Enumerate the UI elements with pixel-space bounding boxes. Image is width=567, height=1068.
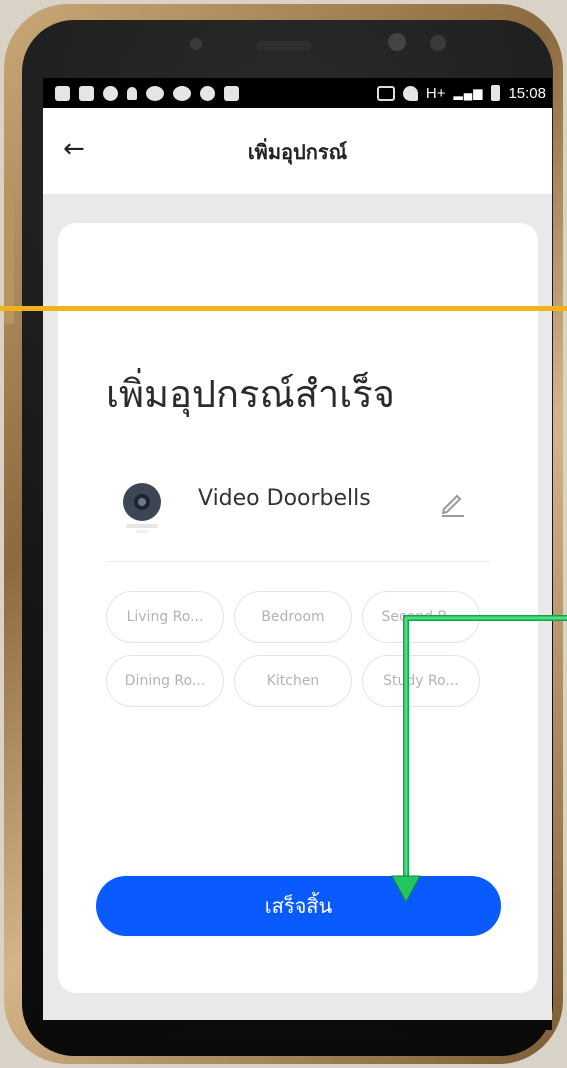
line-icon [146, 85, 164, 101]
signal-icon: ▂▄▆ [453, 86, 484, 100]
facebook-icon [55, 85, 70, 101]
room-chip[interactable]: Study Ro... [362, 655, 480, 707]
bell-icon [127, 86, 137, 100]
front-camera [388, 33, 406, 51]
result-card: เพิ่มอุปกรณ์สำเร็จ Video Doorbells Livin… [58, 223, 538, 993]
proximity-sensor [430, 35, 446, 51]
facebook-icon [224, 85, 239, 101]
camera-shutter-icon [103, 85, 118, 101]
battery-icon [491, 85, 501, 101]
front-sensor [190, 38, 202, 50]
room-chip[interactable]: Second B... [362, 591, 480, 643]
camera-device-icon [123, 483, 161, 533]
success-heading: เพิ่มอุปกรณ์สำเร็จ [106, 372, 395, 416]
device-name: Video Doorbells [198, 486, 371, 511]
room-chips: Living Ro... Bedroom Second B... Dining … [106, 591, 486, 707]
network-type: H+ [425, 84, 446, 102]
app-bar: ← เพิ่มอุปกรณ์ [43, 108, 552, 194]
clock: 15:08 [508, 84, 546, 102]
screenshot: H+ ▂▄▆ 15:08 ← เพิ่มอุปกรณ์ เพิ่มอุปกรณ์… [0, 0, 567, 1068]
notification-icons [43, 85, 239, 101]
room-chip[interactable]: Dining Ro... [106, 655, 224, 707]
page-title: เพิ่มอุปกรณ์ [247, 140, 348, 164]
volume-button [4, 184, 14, 324]
annotation-highlight-line [0, 306, 567, 311]
divider [106, 561, 490, 562]
device-row: Video Doorbells [58, 478, 538, 558]
bottom-bezel [43, 1020, 552, 1030]
room-chip[interactable]: Living Ro... [106, 591, 224, 643]
line-icon [173, 85, 191, 101]
earpiece-speaker [256, 41, 312, 50]
cast-icon [376, 85, 395, 101]
status-bar: H+ ▂▄▆ 15:08 [43, 78, 552, 108]
edit-pencil-icon[interactable] [438, 488, 468, 518]
done-button[interactable]: เสร็จสิ้น [96, 876, 501, 936]
facebook-icon [79, 85, 94, 101]
messenger-icon [200, 85, 215, 101]
room-chip[interactable]: Kitchen [234, 655, 352, 707]
system-status: H+ ▂▄▆ 15:08 [376, 84, 552, 102]
wifi-icon [402, 85, 418, 101]
room-chip[interactable]: Bedroom [234, 591, 352, 643]
app-screen: ← เพิ่มอุปกรณ์ เพิ่มอุปกรณ์สำเร็จ Video … [43, 108, 552, 1020]
